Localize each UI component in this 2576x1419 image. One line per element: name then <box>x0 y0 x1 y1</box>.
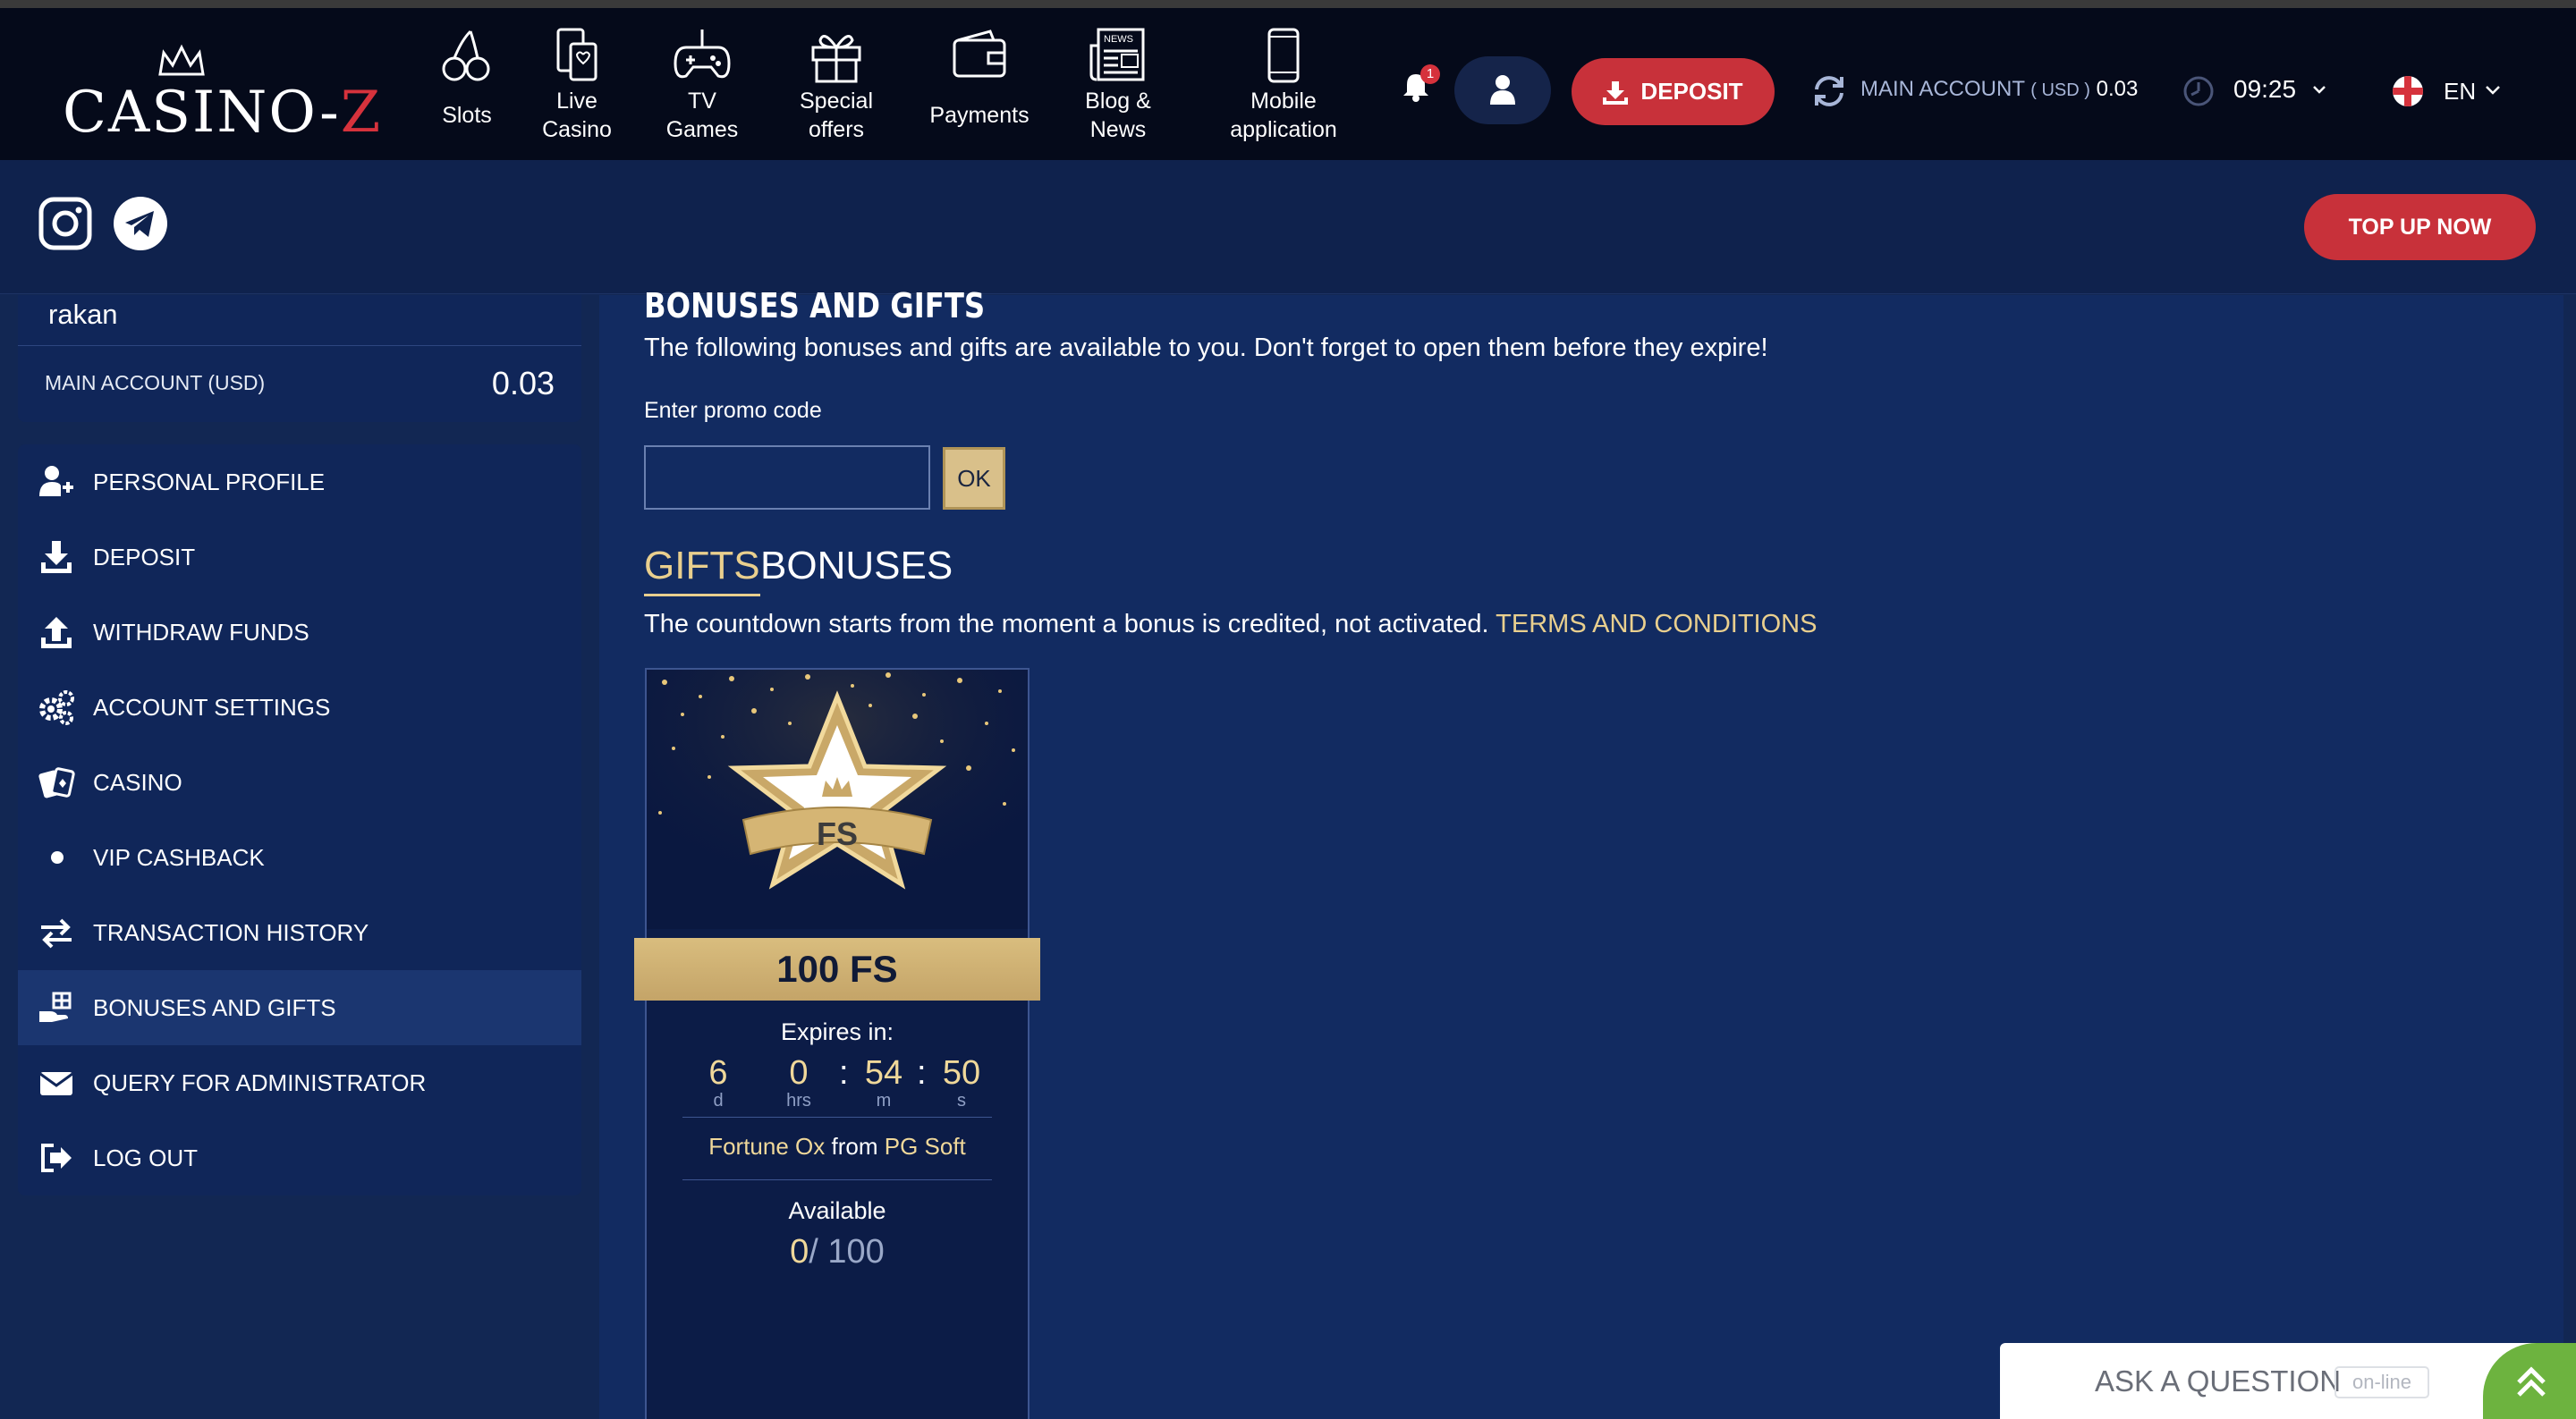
countdown-minutes: 54 m <box>864 1054 903 1111</box>
promo-ok-button[interactable]: OK <box>943 447 1005 510</box>
logo-text: CASINO-Z <box>63 80 383 146</box>
main-content: BONUSES AND GIFTS The following bonuses … <box>599 286 2563 1419</box>
double-chevron-up-icon <box>2517 1366 2546 1397</box>
envelope-icon <box>39 1072 73 1095</box>
tab-gifts[interactable]: GIFTS <box>644 544 760 596</box>
logout-icon <box>41 1144 72 1172</box>
expires-label: Expires in: <box>780 1018 894 1045</box>
browser-edge <box>0 0 2576 8</box>
phone-cards-icon <box>556 28 597 81</box>
promo-code-input[interactable] <box>644 445 930 510</box>
nav-tv-games[interactable]: TV Games <box>657 28 747 144</box>
sidebar-menu: PERSONAL PROFILE DEPOSIT WITHDRAW FUNDS … <box>18 444 581 1195</box>
sidebar-account-label: MAIN ACCOUNT (USD) <box>45 371 266 394</box>
svg-text:NEWS: NEWS <box>1104 34 1133 45</box>
sidebar-item-vip-cashback[interactable]: VIP CASHBACK <box>18 820 581 895</box>
sidebar-item-withdraw-funds[interactable]: WITHDRAW FUNDS <box>18 595 581 670</box>
sidebar-item-log-out[interactable]: LOG OUT <box>18 1120 581 1195</box>
available-count: 0/ 100 <box>790 1233 885 1271</box>
clock-time: 09:25 <box>2233 75 2297 103</box>
divider <box>18 345 581 346</box>
free-spins-star-image: FS <box>647 670 1028 929</box>
sidebar-item-personal-profile[interactable]: PERSONAL PROFILE <box>18 444 581 519</box>
available-label: Available <box>788 1197 886 1224</box>
sidebar-item-casino[interactable]: CASINO <box>18 745 581 820</box>
gift-card[interactable]: FS 100 FS Expires in: 6d 0 hrs : 54 m : 50… <box>634 668 1040 1419</box>
gift-game: Fortune Ox from PG Soft <box>708 1133 966 1160</box>
nav-mobile-application[interactable]: Mobile application <box>1221 28 1346 144</box>
nav-blog-news[interactable]: NEWS Blog & News <box>1073 28 1163 144</box>
divider <box>682 1117 992 1118</box>
countdown-separator: : <box>917 1054 927 1092</box>
gears-icon <box>39 690 74 725</box>
nav-live-casino[interactable]: Live Casino <box>537 28 617 144</box>
header-account-balance[interactable]: MAIN ACCOUNT ( USD ) 0.03 <box>1860 77 2138 102</box>
newspaper-icon: NEWS <box>1089 28 1145 81</box>
crown-icon <box>158 44 205 76</box>
language-selector[interactable]: EN <box>2444 78 2476 106</box>
top-up-now-button[interactable]: TOP UP NOW <box>2304 194 2536 260</box>
nav-payments[interactable]: Payments <box>926 28 1033 130</box>
online-status-badge: on-line <box>2334 1366 2429 1398</box>
countdown-days: 6d <box>708 1054 728 1111</box>
sidebar-account-balance: 0.03 <box>491 365 555 401</box>
chevron-down-icon[interactable] <box>2485 85 2501 96</box>
download-icon <box>41 541 72 573</box>
download-icon <box>1603 81 1629 106</box>
uk-flag-icon[interactable] <box>2393 76 2423 106</box>
cherries-icon <box>442 30 490 81</box>
countdown-seconds: 50 s <box>942 1054 981 1111</box>
sidebar-item-query-for-administrator[interactable]: QUERY FOR ADMINISTRATOR <box>18 1045 581 1120</box>
user-profile-button[interactable] <box>1454 56 1551 124</box>
arrows-exchange-icon <box>41 918 72 949</box>
clock-icon <box>2183 76 2214 106</box>
countdown-hours: 0 hrs <box>786 1054 811 1111</box>
intro-text: The following bonuses and gifts are avai… <box>644 334 1768 362</box>
countdown-note: The countdown starts from the moment a b… <box>644 610 1818 638</box>
smartphone-icon <box>1267 28 1300 83</box>
refresh-icon[interactable] <box>1811 73 1847 109</box>
expand-chat-button[interactable] <box>2483 1343 2576 1419</box>
page-title: BONUSES AND GIFTS <box>644 286 986 325</box>
notification-badge: 1 <box>1420 64 1440 84</box>
deposit-button[interactable]: DEPOSIT <box>1572 58 1775 125</box>
casino-logo[interactable]: CASINO-Z <box>63 35 380 146</box>
gamepad-icon <box>674 30 731 79</box>
ask-a-question-widget[interactable]: ASK A QUESTION on-line <box>2000 1343 2576 1419</box>
svg-text:FS: FS <box>817 815 858 852</box>
promo-code-label: Enter promo code <box>644 398 822 423</box>
telegram-icon[interactable] <box>113 196 168 251</box>
wallet-icon <box>953 30 1006 78</box>
user-icon <box>1490 75 1515 105</box>
tab-bonuses[interactable]: BONUSES <box>760 544 953 588</box>
gift-title: 100 FS <box>634 938 1040 1001</box>
sidebar-item-transaction-history[interactable]: TRANSACTION HISTORY <box>18 895 581 970</box>
sidebar-item-bonuses-and-gifts[interactable]: BONUSES AND GIFTS <box>18 970 581 1045</box>
terms-and-conditions-link[interactable]: TERMS AND CONDITIONS <box>1496 610 1817 638</box>
social-bar <box>0 160 2576 294</box>
sidebar-item-account-settings[interactable]: ACCOUNT SETTINGS <box>18 670 581 745</box>
user-plus-icon <box>39 466 73 496</box>
ask-a-question-label: ASK A QUESTION <box>2095 1364 2342 1398</box>
chevron-down-icon[interactable] <box>2312 85 2326 96</box>
instagram-icon[interactable] <box>38 196 93 251</box>
gift-icon <box>811 35 861 83</box>
upload-icon <box>41 617 72 648</box>
nav-special-offers[interactable]: Special offers <box>792 28 881 144</box>
countdown-separator: : <box>839 1054 849 1092</box>
hand-gift-icon <box>39 992 72 1022</box>
nav-slots[interactable]: Slots <box>431 28 503 130</box>
cards-icon <box>38 767 75 798</box>
dot-icon <box>51 851 64 864</box>
sidebar-item-deposit[interactable]: DEPOSIT <box>18 519 581 595</box>
username: rakan <box>48 299 118 330</box>
divider <box>682 1179 992 1180</box>
sidebar-account-card: rakan MAIN ACCOUNT (USD) 0.03 <box>18 295 581 422</box>
top-navigation-bar: CASINO-Z Slots Live Casino TV Games Spec… <box>0 8 2576 160</box>
